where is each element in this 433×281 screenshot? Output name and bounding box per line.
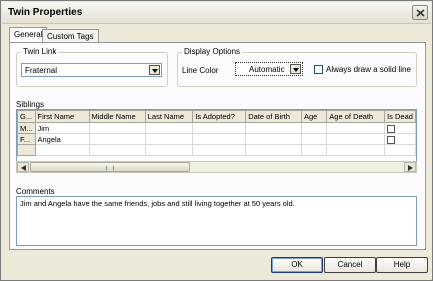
cell-last-name[interactable] [144,133,194,145]
cell-age-of-death[interactable] [326,133,386,145]
ok-button[interactable]: OK [271,257,323,273]
col-age-of-death[interactable]: Age of Death [326,110,386,123]
scroll-right-button[interactable] [404,162,416,172]
table-row-empty[interactable] [17,144,416,156]
close-button[interactable] [412,5,428,20]
tab-custom-tags[interactable]: Custom Tags [42,29,99,43]
line-color-select[interactable]: Automatic [235,62,303,76]
cell-dob[interactable] [245,133,302,145]
cell-first-name[interactable]: Angela [34,133,90,145]
line-color-dropdown-button[interactable] [290,64,301,74]
help-button[interactable]: Help [376,257,428,273]
col-first-name[interactable]: First Name [34,110,90,123]
grip-icon [106,166,114,170]
chevron-down-icon [152,69,158,73]
window-title: Twin Properties [8,7,83,18]
cell-first-name[interactable]: Jim [34,122,90,134]
grid-header-row: G... First Name Middle Name Last Name Is… [17,110,416,123]
display-options-group-label: Display Options [182,47,243,56]
chevron-right-icon [408,165,413,171]
twin-link-value: Fraternal [25,66,58,75]
tab-custom-tags-label: Custom Tags [47,32,94,41]
cell-is-adopted[interactable] [192,133,247,145]
table-row[interactable]: M... Jim [17,122,416,134]
comments-textarea[interactable]: Jim and Angela have the same friends, jo… [16,196,417,246]
col-date-of-birth[interactable]: Date of Birth [245,110,302,123]
siblings-label: Siblings [16,100,45,109]
line-color-value: Automatic [249,65,285,74]
title-bar[interactable]: Twin Properties [2,2,431,24]
always-solid-checkbox[interactable] [314,65,323,74]
col-last-name[interactable]: Last Name [144,110,194,123]
cell-middle-name[interactable] [88,122,146,134]
row-header[interactable]: M... [17,122,36,134]
twin-properties-dialog: Twin Properties General Custom Tags Twin… [0,0,433,281]
line-color-label: Line Color [182,66,219,75]
col-middle-name[interactable]: Middle Name [88,110,146,123]
chevron-down-icon [293,68,299,72]
scroll-thumb[interactable] [30,162,190,172]
twin-link-select[interactable]: Fraternal [21,63,162,77]
col-is-dead[interactable]: Is Dead [384,110,416,123]
cell-age-of-death[interactable] [326,122,386,134]
twin-link-group-label: Twin Link [21,47,59,56]
scroll-left-button[interactable] [17,162,29,172]
close-icon [416,9,425,17]
cell-age[interactable] [300,133,328,145]
col-gender[interactable]: G... [17,110,36,123]
cell-is-dead[interactable] [384,122,416,134]
comments-label: Comments [16,187,55,196]
cell-middle-name[interactable] [88,133,146,145]
grid-horizontal-scrollbar[interactable] [16,161,417,173]
twin-link-dropdown-button[interactable] [149,65,160,75]
col-age[interactable]: Age [300,110,328,123]
cell-is-dead[interactable] [384,133,416,145]
cell-age[interactable] [300,122,328,134]
tab-general-label: General [14,30,43,39]
cell-is-adopted[interactable] [192,122,247,134]
col-is-adopted[interactable]: Is Adopted? [192,110,247,123]
is-dead-checkbox[interactable] [387,135,396,144]
is-dead-checkbox[interactable] [387,124,396,133]
chevron-left-icon [21,165,26,171]
cell-last-name[interactable] [144,122,194,134]
cell-dob[interactable] [245,122,302,134]
always-solid-label: Always draw a solid line [326,65,411,74]
row-header[interactable]: F... [17,133,36,145]
table-row[interactable]: F... Angela [17,133,416,145]
cancel-button[interactable]: Cancel [324,257,376,273]
